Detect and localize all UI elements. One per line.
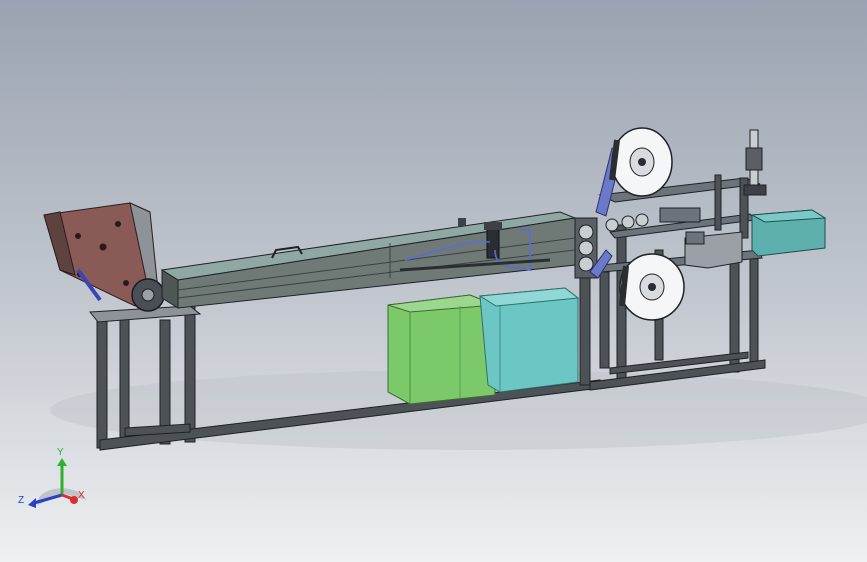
frame-leg — [96, 317, 108, 449]
sealing-head-cap — [484, 222, 502, 230]
frame-leg — [184, 299, 196, 443]
frame-leg — [749, 255, 759, 365]
frame-leg — [599, 271, 610, 369]
feed-hopper[interactable] — [43, 202, 165, 312]
bolt — [99, 243, 107, 251]
z-axis-label: Z — [18, 495, 24, 506]
frame-post — [714, 174, 722, 231]
x-axis-label: X — [78, 490, 85, 501]
cad-viewport[interactable]: Y Z X — [0, 0, 867, 562]
machine-3d-model[interactable]: Y Z X — [0, 0, 867, 562]
guide-roller — [635, 213, 649, 227]
guide-roller — [605, 218, 619, 232]
axis-triad: Y Z X — [18, 447, 86, 508]
bolt — [123, 280, 129, 286]
guide-roller — [578, 256, 594, 272]
frame-leg — [579, 274, 591, 386]
sensor-mount — [458, 218, 466, 226]
control-box-lid — [685, 231, 705, 245]
press-body — [745, 147, 763, 171]
roll-axle — [638, 158, 646, 166]
sealing-head[interactable] — [486, 227, 500, 259]
x-arrowhead — [70, 496, 78, 504]
teal-bin[interactable] — [478, 287, 580, 393]
y-axis-label: Y — [57, 447, 64, 458]
guide-roller — [621, 215, 635, 229]
roller-bracket — [659, 207, 701, 223]
roll-side — [619, 265, 629, 307]
green-bin[interactable] — [387, 294, 496, 405]
roll-axle — [648, 283, 656, 291]
green-bin-body — [387, 294, 496, 405]
guide-roller — [578, 224, 594, 240]
wheel-hub — [141, 288, 155, 302]
output-tray[interactable] — [750, 209, 827, 257]
upper-film-roll[interactable] — [609, 127, 673, 197]
guide-roller — [578, 240, 594, 256]
frame-leg — [119, 317, 130, 447]
control-box[interactable] — [684, 231, 743, 269]
press-cylinder[interactable] — [743, 129, 767, 196]
bolt — [75, 233, 81, 239]
lower-film-roll[interactable] — [619, 253, 685, 321]
y-arrowhead — [57, 458, 67, 466]
bolt — [115, 221, 121, 227]
press-foot — [743, 184, 767, 196]
z-arrowhead — [28, 498, 36, 508]
